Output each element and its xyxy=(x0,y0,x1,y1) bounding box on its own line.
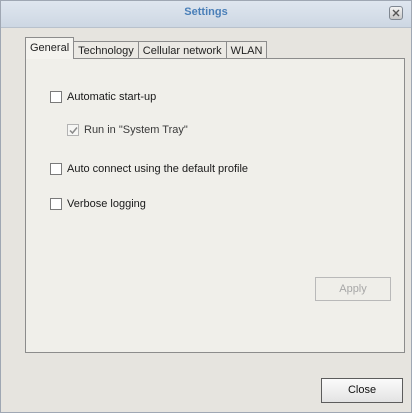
verbose-logging-label: Verbose logging xyxy=(67,198,146,210)
settings-window: Settings General Technology Cellular net… xyxy=(0,0,412,413)
verbose-logging-option[interactable]: Verbose logging xyxy=(50,198,146,210)
close-button[interactable]: Close xyxy=(321,378,403,403)
apply-button[interactable]: Apply xyxy=(315,277,391,301)
verbose-logging-checkbox[interactable] xyxy=(50,198,62,210)
tab-strip: General Technology Cellular network WLAN xyxy=(25,37,268,59)
tab-technology[interactable]: Technology xyxy=(73,41,139,59)
automatic-startup-label: Automatic start-up xyxy=(67,91,157,103)
tab-wlan[interactable]: WLAN xyxy=(225,41,268,59)
general-tab-panel: Automatic start-up Run in "System Tray" … xyxy=(25,58,405,353)
close-icon[interactable] xyxy=(389,6,403,20)
run-in-system-tray-checkbox[interactable] xyxy=(67,124,79,136)
window-title: Settings xyxy=(184,6,228,18)
title-bar: Settings xyxy=(1,1,411,28)
check-icon xyxy=(69,127,78,135)
automatic-startup-option[interactable]: Automatic start-up xyxy=(50,91,156,103)
tab-cellular-network[interactable]: Cellular network xyxy=(137,41,227,59)
auto-connect-label: Auto connect using the default profile xyxy=(67,163,249,175)
auto-connect-option[interactable]: Auto connect using the default profile xyxy=(50,163,248,175)
tab-general[interactable]: General xyxy=(25,37,75,59)
run-in-system-tray-label: Run in "System Tray" xyxy=(84,124,188,136)
run-in-system-tray-option[interactable]: Run in "System Tray" xyxy=(67,124,188,136)
auto-connect-checkbox[interactable] xyxy=(50,163,62,175)
automatic-startup-checkbox[interactable] xyxy=(50,91,62,103)
